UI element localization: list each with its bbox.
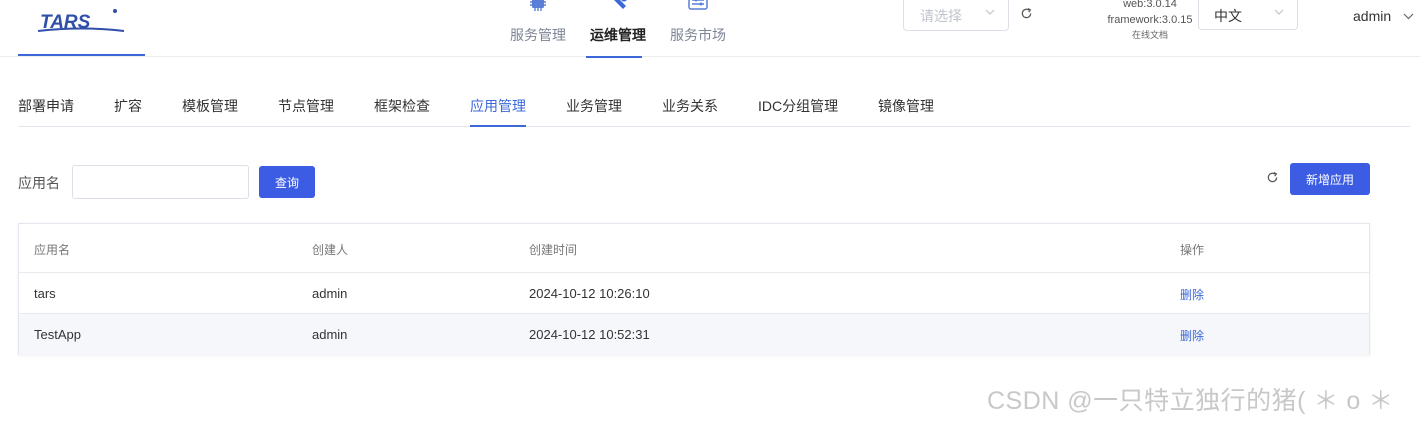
nav-service-market[interactable]: 服务市场 [658, 0, 738, 57]
query-button[interactable]: 查询 [259, 166, 315, 198]
creator-cell: admin [312, 327, 348, 342]
tab-template-management[interactable]: 模板管理 [182, 96, 238, 127]
table-header: 应用名 创建人 创建时间 操作 [19, 224, 1369, 273]
delete-link[interactable]: 删除 [1180, 327, 1204, 344]
tab-idc-group-management[interactable]: IDC分组管理 [758, 96, 838, 127]
nav-active-indicator [586, 56, 642, 58]
creator-cell: admin [312, 286, 348, 301]
refresh-icon[interactable] [1020, 7, 1033, 20]
nav-label: 服务管理 [510, 27, 566, 43]
app-name-cell: tars [34, 286, 56, 301]
table-row: tars admin 2024-10-12 10:26:10 删除 [19, 273, 1369, 314]
app-name-label: 应用名 [18, 175, 60, 191]
csdn-watermark: CSDN @一只特立独行的猪( ＊ o ＊ [987, 387, 1394, 415]
tab-business-management[interactable]: 业务管理 [566, 96, 622, 127]
online-docs-link[interactable]: 在线文档 [1100, 28, 1200, 42]
tab-expand[interactable]: 扩容 [114, 96, 142, 127]
app-name-cell: TestApp [34, 327, 81, 342]
chip-icon [530, 0, 546, 11]
language-value: 中文 [1214, 8, 1242, 24]
nav-label: 服务市场 [670, 27, 726, 43]
nav-ops-management[interactable]: 运维管理 [578, 0, 658, 58]
chevron-down-icon [1274, 9, 1284, 15]
add-app-button[interactable]: 新增应用 [1290, 163, 1370, 195]
user-menu[interactable]: admin [1353, 8, 1414, 24]
chevron-down-icon [1403, 13, 1414, 20]
username: admin [1353, 8, 1392, 24]
env-select-placeholder: 请选择 [920, 8, 962, 24]
app-name-input[interactable] [72, 165, 249, 199]
column-header-creator: 创建人 [312, 243, 349, 257]
tab-deploy-request[interactable]: 部署申请 [18, 96, 74, 127]
column-header-app-name: 应用名 [34, 243, 71, 257]
ops-subtabs: 部署申请 扩容 模板管理 节点管理 框架检查 应用管理 业务管理 业务关系 ID… [18, 96, 1410, 127]
top-header: TARS 服务管理 运维管理 服务市场 请选择 web:3.0.14 frame… [0, 0, 1420, 58]
framework-version: framework:3.0.15 [1107, 14, 1193, 26]
version-info: web:3.0.14 framework:3.0.15 在线文档 [1100, 0, 1200, 42]
table-row: TestApp admin 2024-10-12 10:52:31 删除 [19, 314, 1369, 355]
tools-icon [614, 0, 627, 9]
main-nav: 服务管理 运维管理 服务市场 [498, 0, 738, 58]
language-select[interactable]: 中文 [1198, 0, 1298, 30]
tab-node-management[interactable]: 节点管理 [278, 96, 334, 127]
web-version: web:3.0.14 [1123, 0, 1177, 10]
column-header-created-time: 创建时间 [529, 243, 578, 257]
refresh-icon[interactable] [1266, 171, 1279, 184]
created-time-cell: 2024-10-12 10:26:10 [529, 286, 650, 301]
tab-image-management[interactable]: 镜像管理 [878, 96, 934, 127]
tars-logo-icon: TARS [38, 9, 125, 33]
tab-framework-check[interactable]: 框架检查 [374, 96, 430, 127]
nav-service-management[interactable]: 服务管理 [498, 0, 578, 57]
app-table: 应用名 创建人 创建时间 操作 tars admin 2024-10-12 10… [18, 223, 1370, 355]
chevron-down-icon [985, 9, 995, 15]
env-select[interactable]: 请选择 [903, 0, 1009, 31]
tab-business-relation[interactable]: 业务关系 [662, 96, 718, 127]
tab-app-management[interactable]: 应用管理 [470, 96, 526, 127]
tars-logo[interactable]: TARS [18, 0, 145, 56]
created-time-cell: 2024-10-12 10:52:31 [529, 327, 650, 342]
delete-link[interactable]: 删除 [1180, 286, 1204, 303]
market-icon [688, 0, 708, 10]
nav-label: 运维管理 [590, 27, 646, 43]
column-header-actions: 操作 [1180, 243, 1205, 257]
